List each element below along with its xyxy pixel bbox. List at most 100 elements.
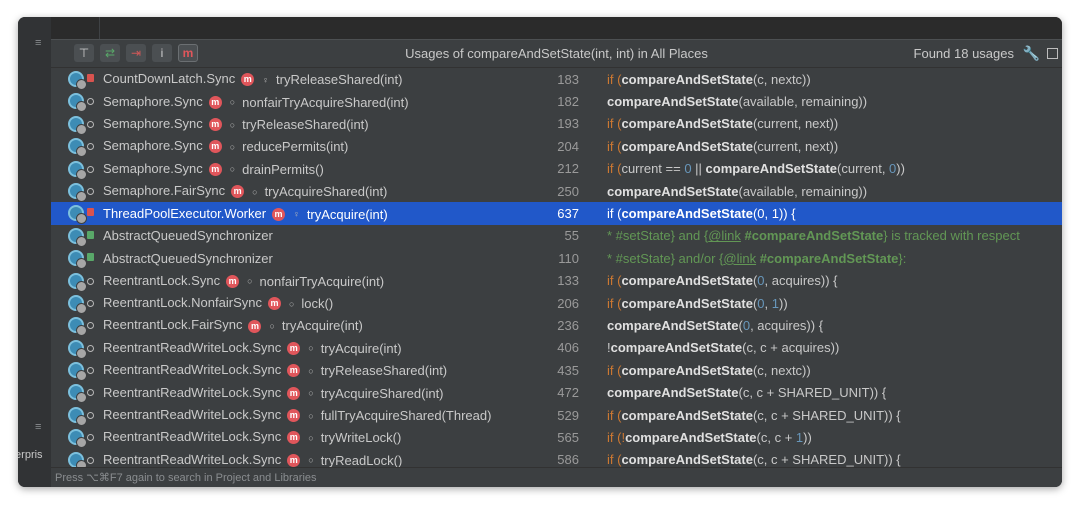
usage-row[interactable]: CountDownLatch.Sync m ♀ tryReleaseShared(in… bbox=[51, 68, 1062, 90]
line-number: 193 bbox=[557, 116, 579, 132]
find-usages-popup: ⊤ ⇄ ⇥ i m Usages of compareAndSetState(i… bbox=[51, 39, 1062, 487]
code-token: * #setState} and/or { bbox=[607, 250, 724, 266]
usage-row[interactable]: Semaphore.Sync m ○ nonfairTryAcquireShared(… bbox=[51, 90, 1062, 113]
usage-row[interactable]: ReentrantReadWriteLock.Sync m ○ tryAcquire(… bbox=[51, 337, 1062, 359]
usage-location: Semaphore.Sync m ○ nonfairTryAcquireShared(… bbox=[103, 94, 409, 110]
visibility-icon bbox=[87, 434, 94, 442]
method-visibility-icon: ♀ bbox=[293, 209, 300, 220]
class-icon bbox=[68, 339, 87, 359]
visibility-icon bbox=[87, 98, 94, 106]
code-token: }: bbox=[898, 250, 907, 266]
line-number: 182 bbox=[557, 94, 579, 110]
usage-row[interactable]: Semaphore.Sync m ○ drainPermits() 212 if (cur… bbox=[51, 158, 1062, 180]
line-number: 529 bbox=[557, 407, 579, 423]
code-token: 1 bbox=[771, 295, 779, 311]
class-name: Semaphore.Sync bbox=[103, 93, 203, 109]
usage-row[interactable]: Semaphore.Sync m ○ tryReleaseShared(int) 193… bbox=[51, 113, 1062, 135]
method-name: tryAcquire(int) bbox=[306, 206, 388, 222]
usage-row[interactable]: AbstractQueuedSynchronizer 55 * #setState}… bbox=[51, 225, 1062, 247]
code-token: if ( bbox=[607, 138, 622, 154]
method-name: reducePermits(int) bbox=[242, 139, 349, 155]
structure-icon[interactable]: ≡ bbox=[35, 37, 47, 49]
class-icon bbox=[68, 71, 87, 90]
code-token: (available, remaining)) bbox=[738, 183, 868, 199]
code-snippet: if (compareAndSetState(current, next)) bbox=[607, 139, 838, 154]
code-token: (0, 1)) { bbox=[752, 206, 796, 222]
method-icon: m bbox=[272, 207, 286, 221]
class-name: ReentrantLock.Sync bbox=[103, 272, 221, 288]
code-token: (c, c + SHARED_UNIT)) { bbox=[752, 407, 901, 423]
line-number: 250 bbox=[557, 183, 579, 199]
usage-row[interactable]: ReentrantLock.NonfairSync m ○ lock() 206 if (… bbox=[51, 292, 1062, 314]
class-icon bbox=[68, 138, 87, 158]
code-snippet: compareAndSetState(c, c + SHARED_UNIT)) … bbox=[607, 385, 886, 400]
class-name: ReentrantLock.FairSync bbox=[103, 317, 243, 333]
class-name: AbstractQueuedSynchronizer bbox=[103, 228, 273, 244]
code-snippet: if (current == 0 || compareAndSetState(c… bbox=[607, 161, 905, 176]
method-name: fullTryAcquireShared(Thread) bbox=[320, 408, 492, 424]
usage-row[interactable]: ReentrantReadWriteLock.Sync m ○ tryAcquireS… bbox=[51, 381, 1062, 404]
open-in-window-icon[interactable] bbox=[1047, 48, 1058, 59]
method-visibility-icon: ♀ bbox=[262, 74, 269, 85]
lock-icon bbox=[87, 253, 94, 262]
code-token: if (! bbox=[607, 429, 626, 445]
code-token: (available, remaining)) bbox=[738, 94, 868, 110]
class-name: ThreadPoolExecutor.Worker bbox=[103, 205, 267, 221]
usage-row[interactable]: ReentrantLock.Sync m ○ nonfairTryAcquire(in… bbox=[51, 270, 1062, 292]
usage-row[interactable]: ReentrantReadWriteLock.Sync m ○ tryWriteLoc… bbox=[51, 426, 1062, 449]
method-icon: m bbox=[287, 364, 301, 378]
code-token: 0 bbox=[757, 295, 765, 311]
class-icon bbox=[68, 294, 87, 314]
usage-row[interactable]: ThreadPoolExecutor.Worker m ♀ tryAcquire(in… bbox=[51, 202, 1062, 225]
usage-location: ReentrantReadWriteLock.Sync m ○ tryWriteLoc… bbox=[103, 429, 401, 445]
visibility-icon bbox=[87, 187, 94, 195]
code-token: , acquires)) { bbox=[750, 317, 824, 333]
usage-location: ReentrantReadWriteLock.Sync m ○ tryReleaseS… bbox=[103, 362, 447, 378]
class-icon bbox=[68, 160, 87, 180]
code-token: (c, nextc)) bbox=[752, 362, 811, 378]
search-hint: Press ⌥⌘F7 again to search in Project an… bbox=[55, 472, 317, 484]
usage-location: Semaphore.Sync m ○ tryReleaseShared(int) bbox=[103, 116, 369, 132]
class-icon bbox=[68, 227, 87, 247]
method-visibility-icon: ○ bbox=[308, 432, 314, 443]
class-icon bbox=[68, 317, 87, 337]
method-visibility-icon: ○ bbox=[308, 388, 314, 399]
usage-row[interactable]: AbstractQueuedSynchronizer 110 * #setState… bbox=[51, 247, 1062, 270]
usage-count: Found 18 usages bbox=[913, 46, 1014, 61]
usage-row[interactable]: ReentrantReadWriteLock.Sync m ○ fullTryAcqu… bbox=[51, 404, 1062, 426]
method-name: drainPermits() bbox=[242, 161, 324, 177]
popup-status-bar: Press ⌥⌘F7 again to search in Project an… bbox=[51, 467, 1062, 487]
code-snippet: if (compareAndSetState(0, 1)) { bbox=[607, 206, 796, 221]
method-icon: m bbox=[208, 95, 222, 109]
code-token: )) bbox=[896, 161, 905, 177]
code-token: compareAndSetState bbox=[621, 116, 753, 132]
structure-icon-lower[interactable]: ≡ bbox=[35, 421, 47, 433]
lock-icon bbox=[87, 208, 94, 217]
line-number: 586 bbox=[557, 452, 579, 468]
usage-row[interactable]: Semaphore.Sync m ○ reducePermits(int) 204 if … bbox=[51, 135, 1062, 158]
class-icon bbox=[68, 93, 87, 113]
code-snippet: if (compareAndSetState(0, acquires)) { bbox=[607, 273, 838, 288]
method-visibility-icon: ○ bbox=[308, 343, 314, 354]
class-name: ReentrantReadWriteLock.Sync bbox=[103, 362, 282, 378]
class-icon bbox=[68, 115, 87, 135]
method-visibility-icon: ○ bbox=[229, 164, 236, 175]
settings-wrench-icon[interactable]: 🔧 bbox=[1023, 45, 1040, 62]
gutter-side-text: terpris bbox=[18, 449, 43, 461]
method-icon: m bbox=[241, 73, 255, 87]
line-number: 110 bbox=[558, 250, 579, 266]
usage-row[interactable]: ReentrantLock.FairSync m ○ tryAcquire(int) 2… bbox=[51, 314, 1062, 337]
usage-row[interactable]: Semaphore.FairSync m ○ tryAcquireShared(int… bbox=[51, 180, 1062, 202]
method-visibility-icon: ○ bbox=[308, 365, 314, 376]
code-token: if ( bbox=[607, 362, 622, 378]
method-visibility-icon: ○ bbox=[269, 321, 275, 332]
code-token: compareAndSetState bbox=[621, 362, 753, 378]
usage-row[interactable]: ReentrantReadWriteLock.Sync m ○ tryReleaseS… bbox=[51, 359, 1062, 382]
method-visibility-icon: ○ bbox=[288, 298, 295, 309]
usage-location: CountDownLatch.Sync m ♀ tryReleaseShared(in… bbox=[103, 71, 402, 87]
class-icon bbox=[68, 362, 87, 382]
usages-list: CountDownLatch.Sync m ♀ tryReleaseShared(in… bbox=[51, 68, 1062, 471]
code-token: 0 bbox=[757, 273, 765, 289]
code-token: compareAndSetState bbox=[621, 452, 753, 468]
code-token: @link bbox=[708, 228, 741, 244]
